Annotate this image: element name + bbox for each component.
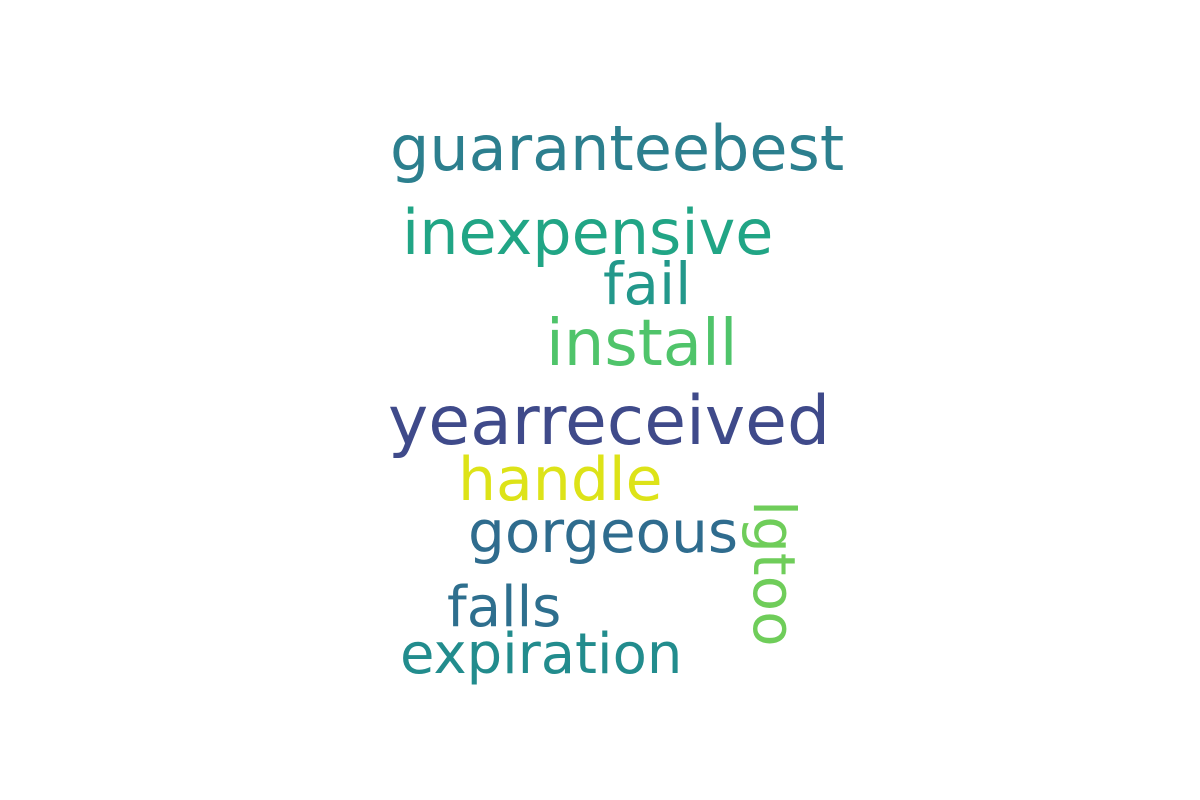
word-inexpensive: inexpensive (402, 196, 774, 269)
word-fail: fail (603, 250, 692, 318)
word-expiration: expiration (400, 622, 683, 687)
word-lgtoo: lgtoo (740, 500, 808, 647)
word-gorgeous: gorgeous (468, 498, 739, 566)
word-install: install (546, 307, 738, 381)
word-guaranteebest: guaranteebest (390, 112, 845, 185)
word-cloud: guaranteebest inexpensive fail install y… (0, 0, 1200, 800)
